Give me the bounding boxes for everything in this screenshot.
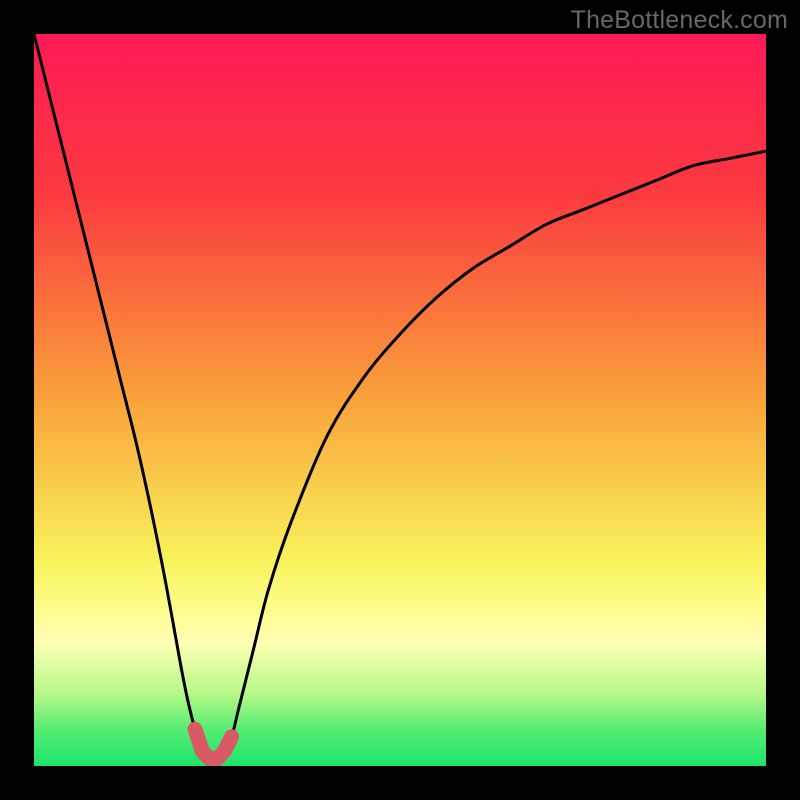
plot-area (34, 34, 766, 766)
watermark-text: TheBottleneck.com (571, 6, 788, 35)
bottleneck-minimum-marker (195, 729, 232, 758)
bottleneck-curve (34, 34, 766, 766)
chart-frame: TheBottleneck.com (0, 0, 800, 800)
